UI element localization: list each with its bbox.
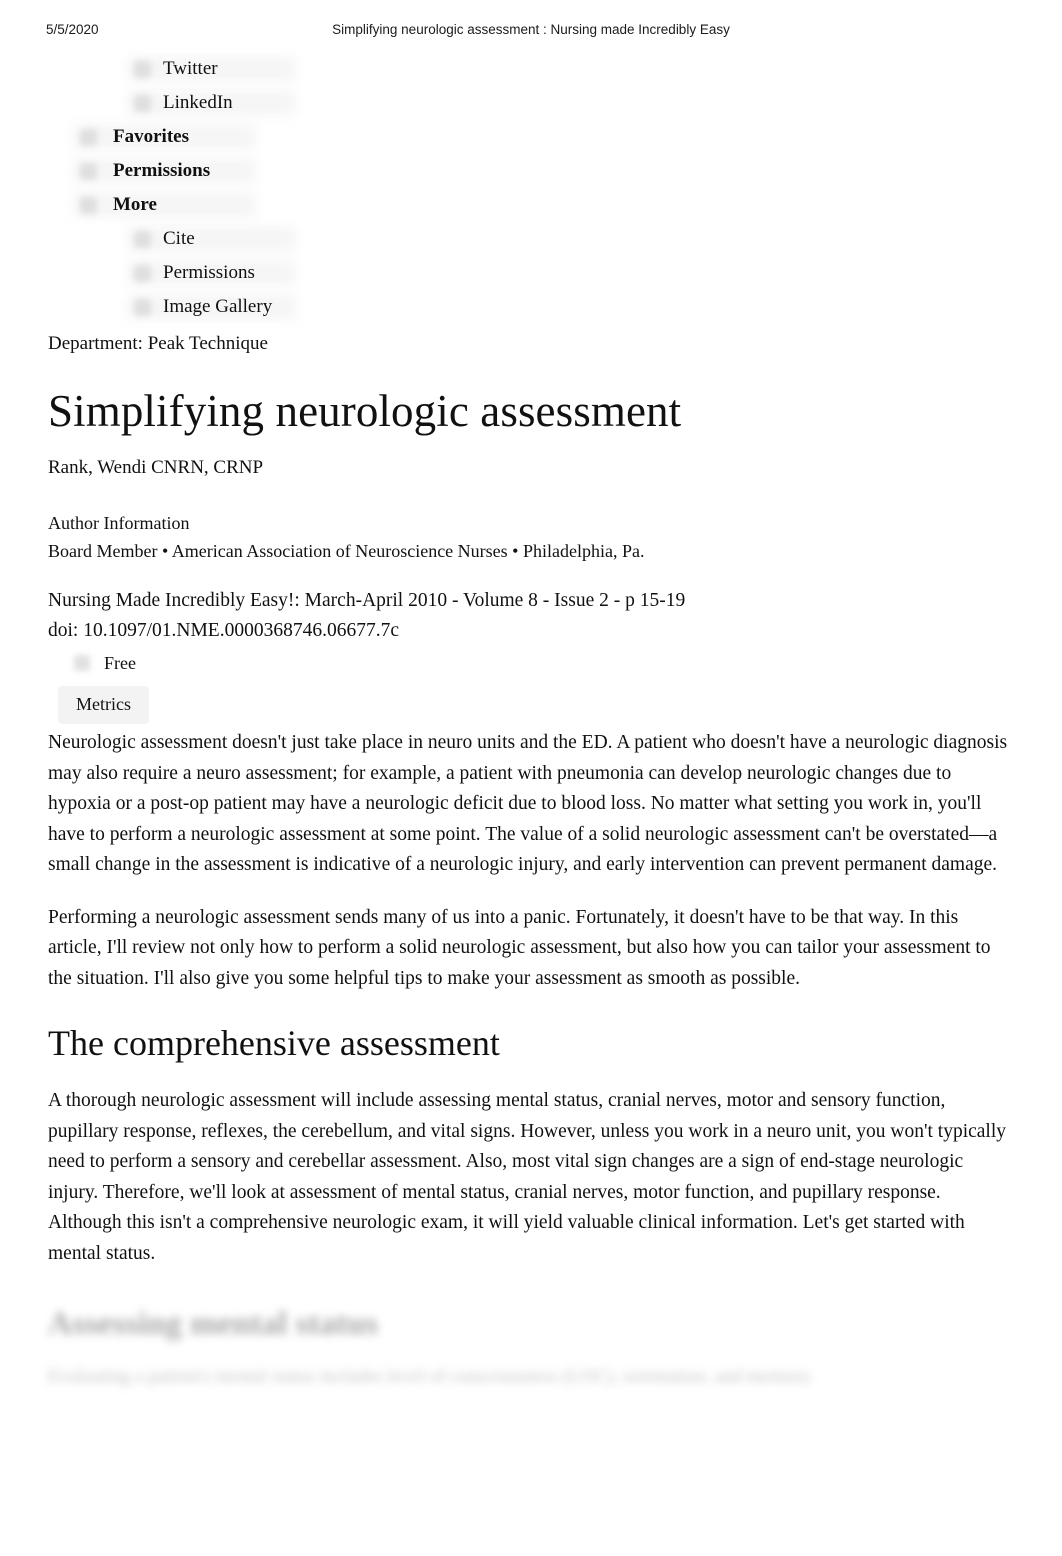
author-information-heading[interactable]: Author Information [48, 510, 1016, 536]
section-heading: The comprehensive assessment [48, 1023, 500, 1063]
department-line: Department: Peak Technique [48, 333, 268, 354]
metrics-row: Metrics [48, 686, 1016, 726]
tools-menu-item-label: More [113, 194, 157, 215]
tools-menu-item-favorites[interactable]: Favorites [0, 120, 520, 154]
star-icon [80, 129, 97, 146]
tools-menu-item-permissions[interactable]: Permissions [0, 154, 520, 188]
tools-menu-item-label: Twitter [163, 58, 218, 79]
menu-item-highlight [128, 227, 296, 251]
permissions-icon [80, 163, 97, 180]
author-affiliation: Board Member • American Association of N… [48, 541, 645, 561]
citation-text: Nursing Made Incredibly Easy!: March-Apr… [48, 590, 686, 611]
tools-menu-item-label: Favorites [113, 126, 189, 147]
tools-menu-item-linkedin[interactable]: LinkedIn [0, 86, 520, 120]
linkedin-icon [134, 95, 151, 112]
open-lock-icon [74, 655, 90, 671]
tools-menu-item-label: LinkedIn [163, 92, 233, 113]
page-cutoff-region: Assessing mental status Evaluating a pat… [48, 1303, 1016, 1391]
cite-icon [134, 231, 151, 248]
metrics-button[interactable]: Metrics [58, 686, 149, 724]
print-page-title: Simplifying neurologic assessment : Nurs… [332, 22, 730, 37]
doi-text: doi: 10.1097/01.NME.0000368746.06677.7c [48, 620, 399, 641]
menu-item-highlight [74, 193, 256, 217]
article-paragraph: A thorough neurologic assessment will in… [48, 1090, 1007, 1264]
tools-menu-item-label: Image Gallery [163, 296, 273, 317]
faded-paragraph-line: Evaluating a patient's mental status inc… [48, 1366, 814, 1387]
tools-menu-item-permissions-sub[interactable]: Permissions [0, 256, 520, 290]
print-header: 5/5/2020 Simplifying neurologic assessme… [0, 22, 1062, 42]
permissions-icon [134, 265, 151, 282]
journal-citation: Nursing Made Incredibly Easy!: March-Apr… [48, 586, 1016, 646]
tools-menu-item-twitter[interactable]: Twitter [0, 52, 520, 86]
article-paragraph: Performing a neurologic assessment sends… [48, 906, 991, 989]
tools-menu-item-cite[interactable]: Cite [0, 222, 520, 256]
author-byline: Rank, Wendi CNRN, CRNP [48, 457, 264, 478]
image-gallery-icon [134, 299, 151, 316]
tools-menu-item-label: Cite [163, 228, 195, 249]
twitter-icon [134, 61, 151, 78]
page-title: Simplifying neurologic assessment [48, 386, 682, 436]
faded-section-heading: Assessing mental status [48, 1306, 379, 1342]
article-body: Department: Peak Technique Simplifying n… [48, 330, 1016, 1391]
tools-menu-item-more[interactable]: More [0, 188, 520, 222]
tools-menu: Twitter LinkedIn Favorites Permissions M… [0, 52, 520, 324]
tools-menu-item-image-gallery[interactable]: Image Gallery [0, 290, 520, 324]
article-paragraph: Neurologic assessment doesn't just take … [48, 732, 1008, 875]
more-icon [80, 197, 97, 214]
free-access-badge: Free [48, 648, 1016, 678]
free-label: Free [104, 653, 136, 673]
tools-menu-item-label: Permissions [113, 160, 211, 181]
tools-menu-item-label: Permissions [163, 262, 255, 283]
